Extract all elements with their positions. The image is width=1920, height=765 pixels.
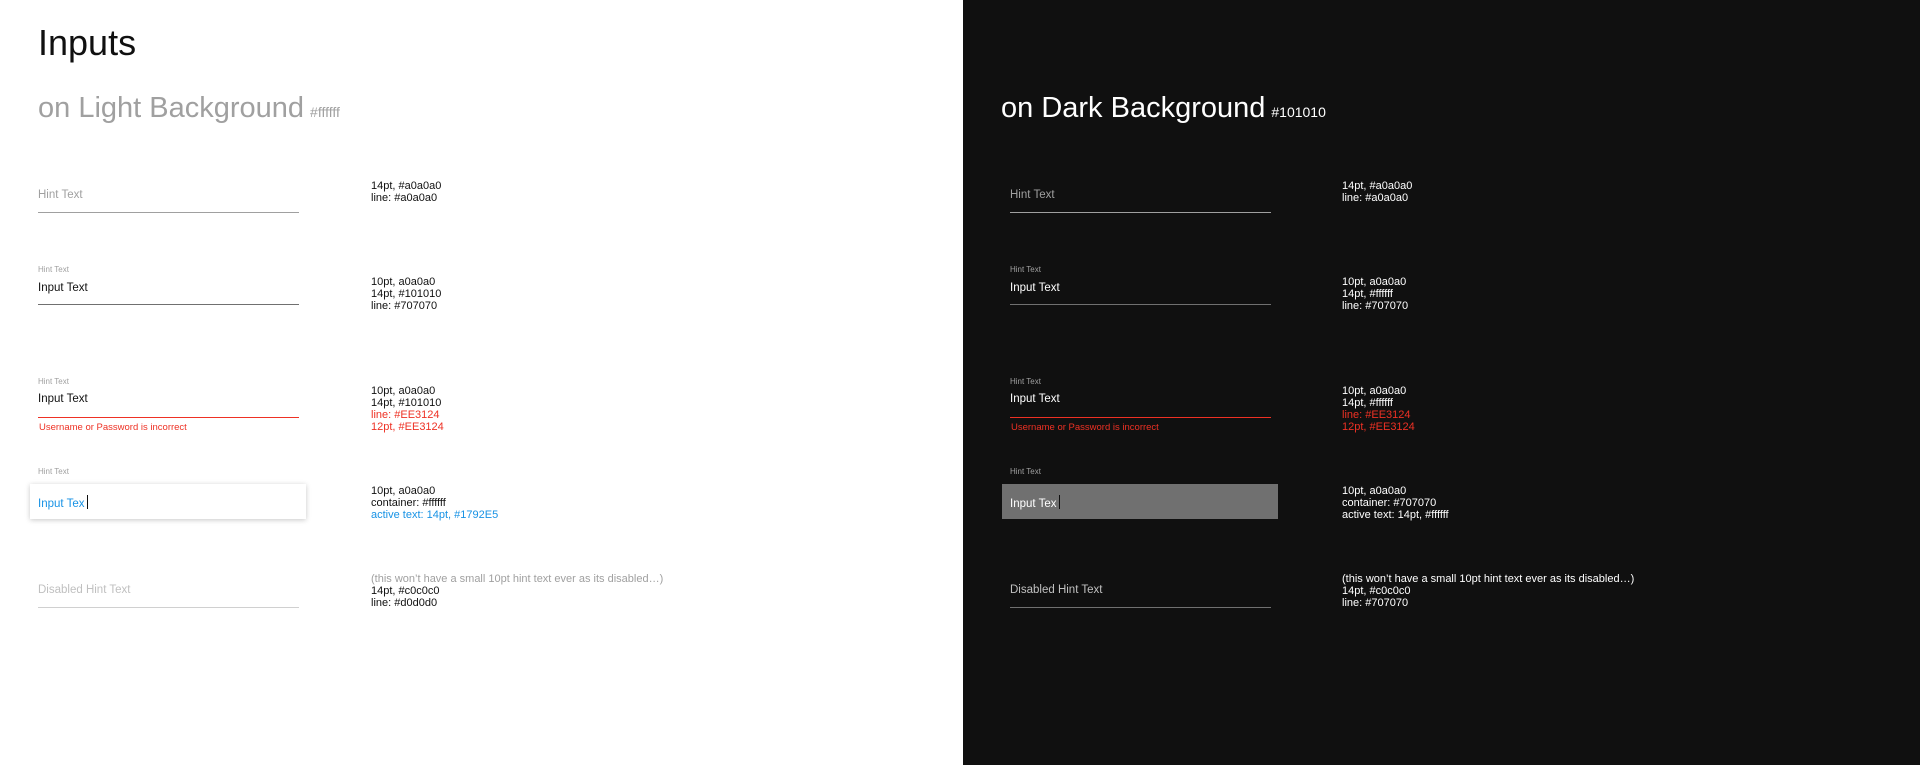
- light-error-underline: [38, 417, 299, 418]
- spec-line: line: #a0a0a0: [1342, 192, 1409, 204]
- light-disabled-input: Disabled Hint Text: [38, 582, 299, 610]
- dark-background-panel: on Dark Background #101010 Hint Text 14pt…: [963, 0, 1920, 765]
- light-error-small-hint: Hint Text: [38, 377, 69, 386]
- spec-line: container: #ffffff: [371, 497, 446, 509]
- spec-line: 10pt, a0a0a0: [1342, 276, 1407, 288]
- light-active-value-text: Input Tex: [38, 498, 85, 510]
- dark-hint-placeholder: Hint Text: [1010, 189, 1055, 201]
- spec-line: 14pt, #c0c0c0: [1342, 585, 1411, 597]
- spec-line: (this won’t have a small 10pt hint text …: [371, 573, 664, 585]
- light-error-input[interactable]: Hint Text Input Text Username or Passwor…: [38, 376, 299, 434]
- dark-disabled-underline: [1010, 607, 1271, 608]
- spec-line: line: #EE3124: [1342, 409, 1411, 421]
- dark-filled-spec: 10pt, a0a0a0 14pt, #ffffff line: #707070: [1342, 276, 1408, 312]
- text-cursor-icon: [1059, 495, 1061, 509]
- dark-active-value: Input Tex: [1010, 495, 1061, 510]
- spec-line: 14pt, #101010: [371, 397, 442, 409]
- spec-line: line: #EE3124: [371, 409, 440, 421]
- dark-error-message: Username or Password is incorrect: [1011, 422, 1159, 433]
- dark-filled-small-hint: Hint Text: [1010, 265, 1041, 274]
- spec-line: active text: 14pt, #ffffff: [1342, 509, 1449, 521]
- light-background-panel: Inputs on Light Background #ffffff Hint T…: [0, 0, 963, 765]
- dark-error-spec: 10pt, a0a0a0 14pt, #ffffff line: #EE3124…: [1342, 385, 1415, 433]
- light-active-input[interactable]: Input Tex: [30, 484, 306, 519]
- dark-filled-value: Input Text: [1010, 282, 1060, 294]
- light-section-title-text: on Light Background: [38, 92, 305, 124]
- light-filled-small-hint: Hint Text: [38, 265, 69, 274]
- dark-active-small-hint: Hint Text: [1010, 467, 1041, 476]
- dark-filled-input[interactable]: Hint Text Input Text: [1010, 264, 1271, 306]
- light-filled-value: Input Text: [38, 282, 88, 294]
- spec-line: 12pt, #EE3124: [371, 421, 444, 433]
- light-error-message: Username or Password is incorrect: [39, 422, 187, 433]
- spec-line: (this won’t have a small 10pt hint text …: [1342, 573, 1635, 585]
- spec-line: line: #707070: [371, 300, 438, 312]
- spec-line: 14pt, #101010: [371, 288, 442, 300]
- spec-line: line: #d0d0d0: [371, 597, 438, 609]
- spec-line: line: #a0a0a0: [371, 192, 438, 204]
- spec-line: 14pt, #a0a0a0: [1342, 180, 1413, 192]
- spec-line: 10pt, a0a0a0: [371, 276, 436, 288]
- spec-line: 10pt, a0a0a0: [1342, 385, 1407, 397]
- dark-filled-underline: [1010, 304, 1271, 305]
- light-disabled-spec: (this won’t have a small 10pt hint text …: [371, 573, 663, 609]
- light-filled-underline: [38, 304, 299, 305]
- spec-line: 14pt, #ffffff: [1342, 397, 1393, 409]
- spec-line: line: #707070: [1342, 597, 1409, 609]
- light-error-value: Input Text: [38, 393, 88, 405]
- dark-hint-underline: [1010, 212, 1271, 213]
- light-filled-input[interactable]: Hint Text Input Text: [38, 264, 299, 306]
- light-disabled-underline: [38, 607, 299, 608]
- light-section-title-hex: #ffffff: [310, 104, 340, 120]
- light-active-small-hint: Hint Text: [38, 467, 69, 476]
- light-hint-spec: 14pt, #a0a0a0 line: #a0a0a0: [371, 180, 441, 204]
- spec-line: 10pt, a0a0a0: [371, 485, 436, 497]
- light-section-title: on Light Background #ffffff: [38, 92, 340, 125]
- spec-line: 14pt, #a0a0a0: [371, 180, 442, 192]
- light-error-spec: 10pt, a0a0a0 14pt, #101010 line: #EE3124…: [371, 385, 444, 433]
- dark-hint-input[interactable]: Hint Text: [1010, 185, 1271, 215]
- spec-line: line: #707070: [1342, 300, 1409, 312]
- dark-section-title-hex: #101010: [1271, 104, 1326, 120]
- dark-hint-spec: 14pt, #a0a0a0 line: #a0a0a0: [1342, 180, 1412, 204]
- light-hint-placeholder: Hint Text: [38, 189, 83, 201]
- spec-line: container: #707070: [1342, 497, 1437, 509]
- dark-section-title-text: on Dark Background: [1001, 92, 1266, 124]
- light-active-value: Input Tex: [38, 495, 89, 510]
- spec-line: 12pt, #EE3124: [1342, 421, 1415, 433]
- dark-disabled-placeholder: Disabled Hint Text: [1010, 584, 1103, 596]
- light-active-spec: 10pt, a0a0a0 container: #ffffff active t…: [371, 485, 498, 521]
- dark-error-input[interactable]: Hint Text Input Text Username or Passwor…: [1010, 376, 1271, 434]
- dark-active-value-text: Input Tex: [1010, 498, 1057, 510]
- page-title: Inputs: [38, 22, 137, 63]
- dark-disabled-input: Disabled Hint Text: [1010, 582, 1271, 610]
- dark-error-value: Input Text: [1010, 393, 1060, 405]
- spec-line: 14pt, #ffffff: [1342, 288, 1393, 300]
- dark-active-input[interactable]: Input Tex: [1002, 484, 1278, 519]
- dark-section-title: on Dark Background #101010: [1001, 92, 1326, 125]
- light-disabled-placeholder: Disabled Hint Text: [38, 584, 131, 596]
- spec-line: active text: 14pt, #1792E5: [371, 509, 499, 521]
- spec-line: 10pt, a0a0a0: [371, 385, 436, 397]
- spec-line: 10pt, a0a0a0: [1342, 485, 1407, 497]
- light-filled-spec: 10pt, a0a0a0 14pt, #101010 line: #707070: [371, 276, 441, 312]
- dark-error-underline: [1010, 417, 1271, 418]
- light-hint-input[interactable]: Hint Text: [38, 185, 299, 215]
- dark-error-small-hint: Hint Text: [1010, 377, 1041, 386]
- light-hint-underline: [38, 212, 299, 213]
- spec-line: 14pt, #c0c0c0: [371, 585, 440, 597]
- dark-disabled-spec: (this won’t have a small 10pt hint text …: [1342, 573, 1634, 609]
- dark-active-spec: 10pt, a0a0a0 container: #707070 active t…: [1342, 485, 1449, 521]
- text-cursor-icon: [87, 495, 89, 509]
